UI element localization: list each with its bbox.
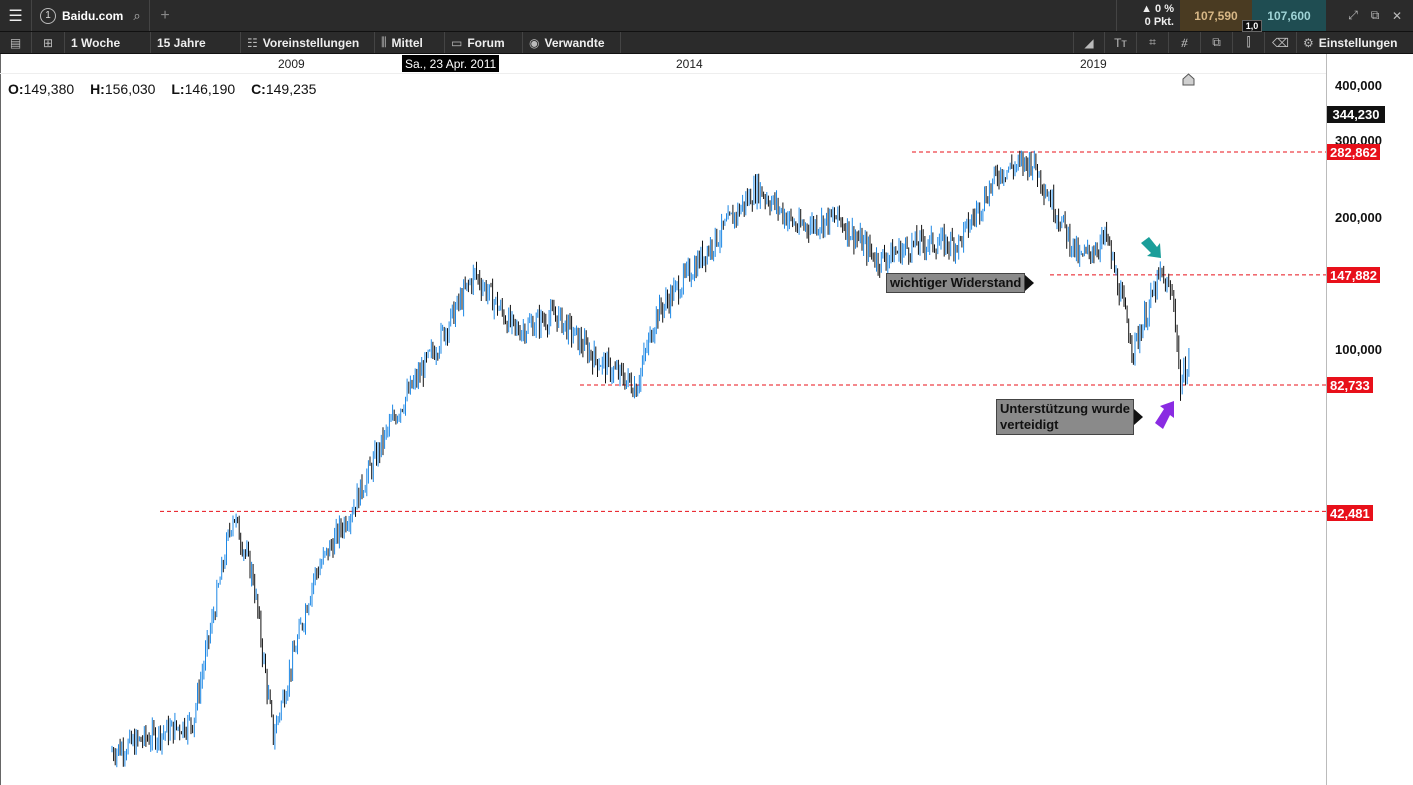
range-select[interactable]: 15 Jahre — [151, 32, 241, 53]
crosshair-icon[interactable]: ⌗ — [1137, 32, 1169, 53]
crosshair-date: Sa., 23 Apr. 2011 — [402, 55, 500, 72]
change-display: ▲ 0 % 0 Pkt. — [1116, 0, 1180, 31]
draw-line-icon[interactable]: ◢ — [1073, 32, 1105, 53]
level-tag[interactable]: 282,862 — [1327, 144, 1380, 160]
year-label: 2014 — [676, 57, 703, 71]
high-value: 156,030 — [104, 81, 156, 97]
expand-icon[interactable]: ⤢ — [1342, 0, 1364, 31]
text-tool-icon[interactable]: Tт — [1105, 32, 1137, 53]
ask-button[interactable]: 107,600 — [1252, 0, 1326, 31]
spread-badge: 1,0 — [1242, 20, 1262, 32]
fib-tool-icon[interactable]: ⧣ — [1169, 32, 1201, 53]
related-label: Verwandte — [544, 35, 605, 50]
high-label: H: — [90, 81, 105, 97]
home-marker-icon[interactable] — [1182, 73, 1195, 86]
open-value: 149,380 — [23, 81, 75, 97]
support-callout-line: verteidigt — [1000, 417, 1059, 432]
eraser-icon[interactable]: ⌫ — [1265, 32, 1297, 53]
change-percent: ▲ 0 % — [1141, 2, 1174, 15]
presets-label: Voreinstellungen — [262, 35, 360, 50]
gear-icon: ⚙ — [1303, 35, 1314, 50]
layout-grid-icon[interactable]: ⊞ — [32, 32, 65, 53]
purple-arrow-icon — [1155, 401, 1174, 429]
close-label: C: — [251, 81, 266, 97]
settings-label: Einstellungen — [1318, 35, 1398, 50]
forum-label: Forum — [467, 35, 505, 50]
tab-number-badge: 1 — [40, 7, 56, 24]
teal-arrow-icon — [1141, 237, 1161, 258]
open-label: O: — [8, 81, 24, 97]
presets-button[interactable]: ☷ Voreinstellungen — [241, 32, 375, 53]
comment-icon: ▭ — [451, 35, 463, 50]
forum-button[interactable]: ▭ Forum — [445, 32, 523, 53]
eye-icon: ◉ — [529, 35, 540, 50]
year-label: 2019 — [1080, 57, 1107, 71]
candle-type-icon[interactable]: ⫿ — [1233, 32, 1265, 53]
low-label: L: — [171, 81, 185, 97]
top-bar: ☰ 1 Baidu.com ⌕ + ▲ 0 % 0 Pkt. 107,590 1… — [0, 0, 1413, 32]
symbol-name: Baidu.com — [62, 8, 124, 23]
indicator-button[interactable]: ⫼ Mittel — [375, 32, 445, 53]
current-price-tag: 344,230 — [1327, 106, 1385, 123]
sliders-icon: ☷ — [247, 35, 258, 50]
ohlc-readout: O:149,380 H:156,030 L:146,190 C:149,235 — [8, 81, 328, 97]
candles-icon: ⫼ — [381, 35, 387, 49]
price-tick-label: 400,000 — [1335, 78, 1382, 93]
indicator-label: Mittel — [391, 35, 423, 50]
support-callout-line: Unterstützung wurde — [1000, 401, 1130, 416]
resistance-callout[interactable]: wichtiger Widerstand — [886, 273, 1026, 293]
list-icon[interactable]: ▤ — [0, 32, 32, 53]
change-points: 0 Pkt. — [1144, 15, 1174, 28]
symbol-tab[interactable]: 1 Baidu.com ⌕ — [32, 0, 150, 31]
time-axis: 2009 2014 2019 — [0, 54, 1326, 74]
add-tab-icon[interactable]: + — [152, 0, 178, 31]
level-tag[interactable]: 82,733 — [1327, 377, 1373, 393]
low-value: 146,190 — [184, 81, 236, 97]
interval-select[interactable]: 1 Woche — [65, 32, 151, 53]
price-tick-label: 200,000 — [1335, 210, 1382, 225]
level-tag[interactable]: 147,882 — [1327, 267, 1380, 283]
chart-toolbar: ▤ ⊞ 1 Woche 15 Jahre ☷ Voreinstellungen ⫼… — [0, 32, 1413, 54]
popout-icon[interactable]: ⧉ — [1364, 0, 1386, 31]
hamburger-menu-icon[interactable]: ☰ — [0, 0, 32, 31]
support-callout[interactable]: Unterstützung wurde verteidigt — [996, 399, 1134, 435]
related-button[interactable]: ◉ Verwandte — [523, 32, 621, 53]
year-label: 2009 — [278, 57, 305, 71]
price-tick-label: 100,000 — [1335, 342, 1382, 357]
search-icon[interactable]: ⌕ — [133, 8, 140, 24]
close-value: 149,235 — [265, 81, 317, 97]
chart-area[interactable]: 2009 2014 2019 Sa., 23 Apr. 2011 O:149,3… — [0, 54, 1413, 785]
interval-label: 1 Woche — [71, 35, 121, 50]
close-icon[interactable]: ✕ — [1386, 0, 1408, 31]
candles — [111, 150, 1190, 768]
price-axis[interactable]: 400,000 300,000 200,000 100,000 — [1326, 54, 1413, 785]
copy-icon[interactable]: ⧉ — [1201, 32, 1233, 53]
level-tag[interactable]: 42,481 — [1327, 505, 1373, 521]
settings-button[interactable]: ⚙ Einstellungen — [1297, 32, 1413, 53]
range-label: 15 Jahre — [157, 35, 206, 50]
